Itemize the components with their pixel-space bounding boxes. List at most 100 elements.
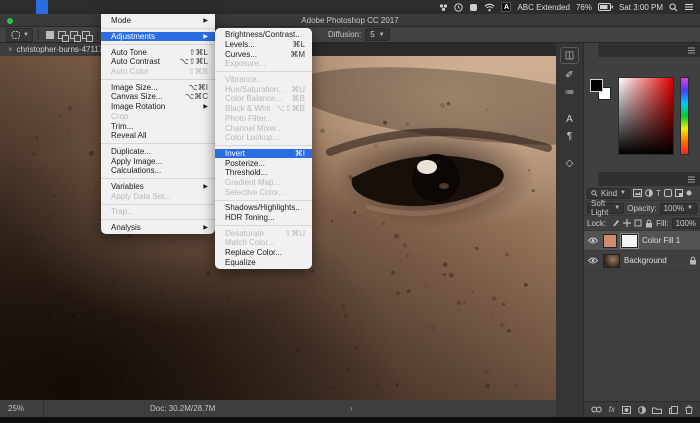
menu-item[interactable]: Channel Mixer... ▶ [215,123,312,133]
menu-item[interactable]: Threshold... ▶ [215,168,312,178]
blend-mode-dropdown[interactable]: Soft Light ▼ [587,199,625,217]
brush-settings-panel-icon[interactable]: ≔ [565,87,575,98]
lock-pixels-icon[interactable] [612,219,620,227]
panel-menu-icon[interactable] [687,43,700,57]
new-group-icon[interactable] [652,406,663,414]
saturation-brightness-field[interactable] [618,77,674,155]
menu-bar-item[interactable] [96,0,108,14]
new-layer-icon[interactable] [669,405,679,414]
menu-item[interactable]: Color Balance... ⌘B ▶ [215,94,312,104]
lock-artboard-icon[interactable] [634,219,642,227]
foreground-background-swatches[interactable] [590,79,614,103]
doc-size-info[interactable]: Doc: 30.2M/28.7M [150,404,215,413]
menu-item[interactable]: Posterize... ▶ [215,158,312,168]
menu-item[interactable]: Duplicate... ▶ [101,147,215,157]
app-extra-icon-2[interactable] [469,3,478,12]
menu-item[interactable]: Image Size... ⌥⌘I ▶ [101,82,215,92]
menu-item[interactable]: Apply Data Set... ▶ [101,191,215,201]
menu-item[interactable]: Calculations... ▶ [101,166,215,176]
filter-shape-layers-icon[interactable] [663,189,672,197]
menu-item[interactable]: Color Lookup... ▶ [215,133,312,143]
menu-item[interactable]: Exposure... ▶ [215,59,312,69]
app-extra-icon-1[interactable] [439,3,448,12]
filter-smart-objects-icon[interactable] [674,189,683,197]
input-source-name[interactable]: ABC Extended [517,3,569,12]
menu-item[interactable]: Replace Color... ▶ [215,248,312,258]
menu-item[interactable]: Apply Image... ▶ [101,156,215,166]
menu-item[interactable]: Levels... ⌘L ▶ [215,40,312,50]
lock-position-icon[interactable] [623,219,632,227]
menu-item[interactable]: Auto Tone ⇧⌘L ▶ [101,47,215,57]
intersect-selection-icon[interactable] [81,30,93,42]
menu-bar-item[interactable] [0,0,12,14]
filter-toggle-icon[interactable] [686,190,692,196]
menu-item[interactable]: Adjustments ▶ [101,31,215,42]
wifi-icon[interactable] [484,3,495,12]
panel-tab[interactable] [598,172,612,186]
paragraph-panel-icon[interactable]: ¶ [567,131,572,142]
menu-bar-item[interactable] [108,0,120,14]
panel-tab[interactable] [584,43,598,57]
menu-item[interactable]: Trim... ▶ [101,121,215,131]
filter-adjustment-layers-icon[interactable] [645,189,653,197]
spotlight-search-icon[interactable] [669,2,678,12]
menu-item[interactable]: Trap... ▶ [101,207,215,217]
new-selection-icon[interactable] [45,30,54,39]
menu-bar-item[interactable] [60,0,72,14]
menu-item[interactable]: Reveal All ▶ [101,131,215,141]
menu-item[interactable]: HDR Toning... ▶ [215,213,312,223]
menu-bar-item[interactable] [24,0,36,14]
panel-tab[interactable] [598,43,612,57]
menu-item[interactable]: Hue/Saturation... ⌘U ▶ [215,84,312,94]
input-source-icon[interactable]: A [501,2,512,12]
menu-bar-item[interactable] [12,0,24,14]
layer-mask-thumbnail[interactable] [620,232,639,249]
menu-bar-clock[interactable]: Sat 3:00 PM [619,3,663,12]
menu-item[interactable]: Auto Color ⇧⌘B ▶ [101,67,215,77]
menu-item[interactable]: Invert ⌘I ▶ [215,148,312,159]
menu-item[interactable]: Equalize ▶ [215,257,312,267]
window-zoom-button[interactable] [7,18,13,24]
menu-bar-item[interactable] [132,0,144,14]
panel-menu-icon[interactable] [687,172,700,186]
menu-item[interactable]: Photo Filter... ▶ [215,114,312,124]
menu-item[interactable]: Analysis ▶ [101,223,215,233]
threed-panel-icon[interactable]: ◇ [566,158,574,169]
menu-item[interactable]: Black & White... ⌥⇧⌘B ▶ [215,104,312,114]
diffusion-dropdown[interactable]: 5 ▼ [365,28,390,41]
battery-icon[interactable] [597,3,613,11]
menu-bar-item[interactable] [120,0,132,14]
menu-item[interactable]: Match Color... ▶ [215,238,312,248]
menu-item[interactable]: Desaturate ⇧⌘U ▶ [215,228,312,238]
panel-tab[interactable] [612,172,626,186]
layer-effects-icon[interactable]: fx [609,405,615,414]
layer-row-background[interactable]: Background [584,251,700,271]
filter-type-layers-icon[interactable]: T [656,189,661,198]
clone-source-panel-icon[interactable]: ◫ [559,47,580,64]
menu-item[interactable]: Curves... ⌘M ▶ [215,49,312,59]
menu-item[interactable]: Gradient Map... ▶ [215,178,312,188]
filter-kind-dropdown[interactable]: Kind ▼ [587,187,630,199]
background-layer-thumbnail[interactable] [603,253,620,268]
brush-panel-icon[interactable]: ✐ [565,70,573,81]
hue-slider[interactable] [680,77,689,155]
menu-item[interactable]: Selective Color... ▶ [215,187,312,197]
delete-layer-icon[interactable] [685,405,693,414]
layer-visibility-icon[interactable] [587,237,599,244]
menu-bar-item[interactable] [36,0,48,14]
layer-visibility-icon[interactable] [587,257,599,264]
filter-pixel-layers-icon[interactable] [632,189,642,197]
menu-item[interactable]: Image Rotation ▶ [101,102,215,112]
character-panel-icon[interactable]: A [566,114,573,125]
foreground-color-swatch[interactable] [590,79,603,92]
panel-tab[interactable] [584,172,598,186]
patch-tool-preset[interactable]: ▼ [6,27,33,42]
lock-all-icon[interactable] [645,219,653,228]
clock-app-icon[interactable] [454,2,464,12]
layer-row-color-fill[interactable]: Color Fill 1 [584,231,700,251]
menu-item[interactable]: Auto Contrast ⌥⇧⌘L ▶ [101,57,215,67]
fill-dropdown[interactable]: 100% ▼ [671,217,700,229]
fill-layer-thumbnail[interactable] [603,233,617,248]
opacity-dropdown[interactable]: 100% ▼ [659,202,697,214]
add-to-selection-icon[interactable] [57,30,69,42]
